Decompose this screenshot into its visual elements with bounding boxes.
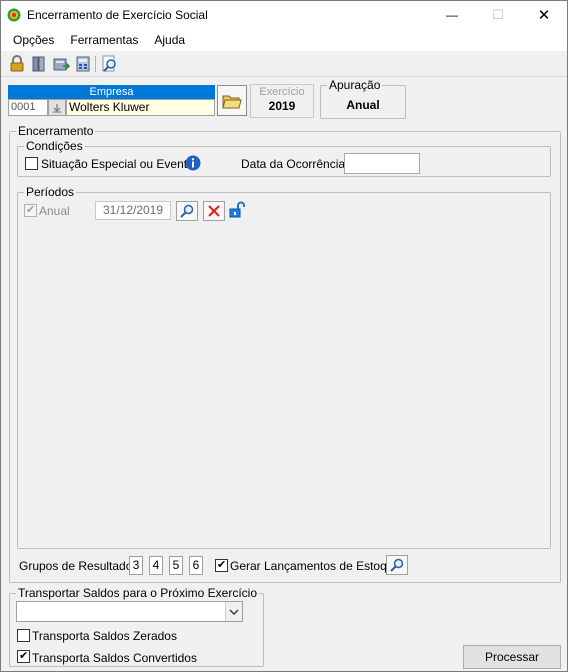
saldos-zerados-label: Transporta Saldos Zerados: [32, 629, 177, 643]
empresa-label: Empresa: [8, 85, 215, 99]
situacao-especial-label: Situação Especial ou Evento: [41, 157, 194, 171]
condicoes-label: Condições: [24, 139, 85, 153]
checkmark-icon: ✔: [19, 650, 29, 662]
grupo-field-1[interactable]: 3: [129, 556, 143, 575]
empresa-code-field[interactable]: 0001: [8, 99, 48, 116]
toolbar: [1, 51, 567, 77]
magnifier-icon: [180, 204, 194, 218]
maximize-icon: ☐: [492, 7, 504, 22]
close-icon: ✕: [537, 7, 551, 24]
empresa-lookup-button[interactable]: [48, 99, 66, 116]
grupos-resultado-label: Grupos de Resultado:: [19, 559, 136, 573]
data-ocorrencia-input[interactable]: [344, 153, 420, 174]
date-search-button[interactable]: [176, 201, 198, 221]
toolbar-separator: [95, 56, 96, 72]
unlock-icon[interactable]: [229, 201, 245, 219]
delete-x-icon: [208, 205, 220, 217]
close-button[interactable]: ✕: [521, 1, 567, 29]
anual-label: Anual: [39, 204, 70, 218]
gerar-lancamentos-checkbox[interactable]: ✔: [215, 559, 228, 572]
apuracao-value: Anual: [346, 98, 380, 112]
dropdown-button[interactable]: [225, 602, 242, 621]
title-bar: Encerramento de Exercício Social — ☐ ✕: [1, 1, 567, 29]
gerar-lancamentos-label: Gerar Lançamentos de Estoque: [230, 559, 401, 573]
lock-icon[interactable]: [8, 55, 26, 73]
situacao-especial-checkbox[interactable]: [25, 157, 38, 170]
export-icon[interactable]: [52, 55, 70, 73]
anual-checkbox[interactable]: ✔: [24, 204, 37, 217]
download-arrow-icon: [53, 103, 61, 112]
menu-bar: Opções Ferramentas Ajuda: [1, 29, 567, 51]
grupo-field-3[interactable]: 5: [169, 556, 183, 575]
processar-button[interactable]: Processar: [463, 645, 561, 669]
menu-ferramentas[interactable]: Ferramentas: [70, 33, 138, 47]
app-icon: [7, 8, 21, 22]
exercicio-box: Exercício 2019: [250, 84, 314, 118]
minimize-button[interactable]: —: [429, 1, 475, 29]
transportar-label: Transportar Saldos para o Próximo Exercí…: [16, 586, 259, 600]
minimize-icon: —: [446, 8, 458, 22]
grupo-field-2[interactable]: 4: [149, 556, 163, 575]
anual-date-field[interactable]: 31/12/2019: [95, 201, 171, 220]
info-icon[interactable]: [185, 155, 201, 171]
menu-ajuda[interactable]: Ajuda: [154, 33, 185, 47]
chevron-down-icon: [229, 609, 239, 615]
apuracao-label: Apuração: [327, 78, 383, 92]
date-delete-button[interactable]: [203, 201, 225, 221]
saldos-convertidos-checkbox[interactable]: ✔: [17, 650, 30, 663]
calculator-icon[interactable]: [74, 55, 92, 73]
checkmark-icon: ✔: [26, 204, 36, 216]
main-window: Encerramento de Exercício Social — ☐ ✕ O…: [0, 0, 568, 672]
data-ocorrencia-label: Data da Ocorrência:: [241, 157, 349, 171]
open-folder-icon: [222, 95, 242, 108]
saldos-zerados-checkbox[interactable]: [17, 629, 30, 642]
book-icon[interactable]: [30, 55, 48, 73]
periodos-group: Períodos: [17, 185, 551, 549]
exercicio-label: Exercício: [259, 86, 305, 98]
exercicio-value: 2019: [268, 99, 296, 113]
search-icon[interactable]: [101, 55, 119, 73]
checkmark-icon: ✔: [217, 559, 227, 571]
menu-opcoes[interactable]: Opções: [13, 33, 54, 47]
saldos-convertidos-label: Transporta Saldos Convertidos: [32, 651, 197, 665]
window-title: Encerramento de Exercício Social: [27, 8, 208, 22]
magnifier-icon: [390, 558, 404, 572]
open-folder-button[interactable]: [217, 85, 247, 116]
encerramento-label: Encerramento: [16, 124, 96, 138]
gerar-search-button[interactable]: [386, 555, 408, 575]
empresa-name-field[interactable]: Wolters Kluwer: [66, 99, 215, 116]
transportar-select[interactable]: [16, 601, 243, 622]
periodos-label: Períodos: [24, 185, 77, 199]
maximize-button: ☐: [475, 1, 521, 29]
apuracao-group: Apuração Anual: [320, 78, 406, 119]
grupo-field-4[interactable]: 6: [189, 556, 203, 575]
